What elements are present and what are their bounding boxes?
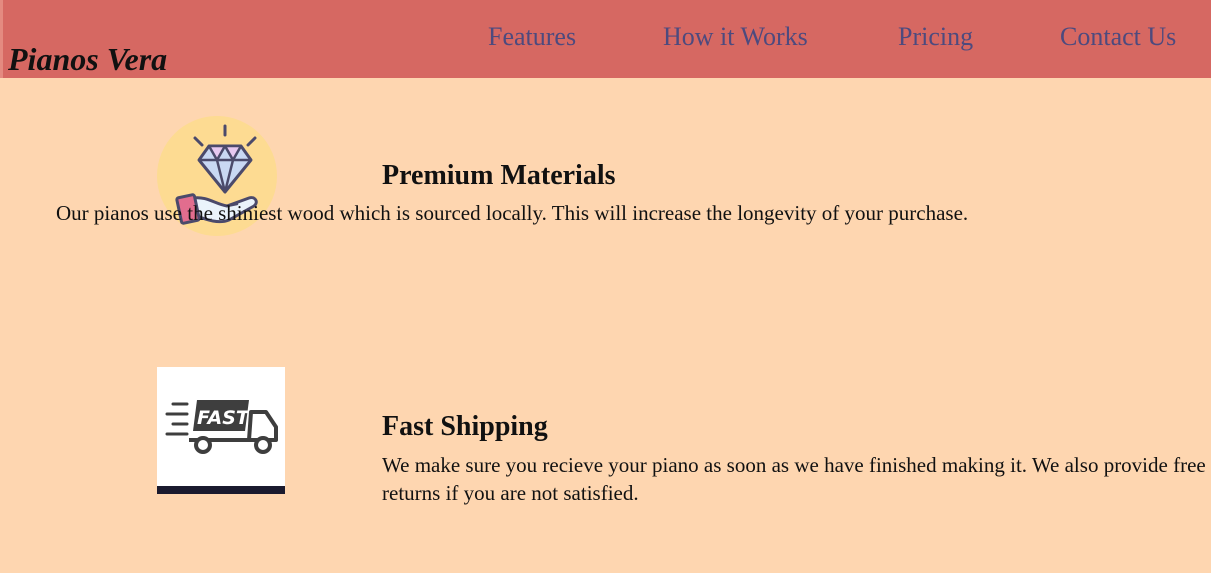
brand-logo[interactable]: Pianos Vera (8, 41, 167, 77)
header: Pianos Vera Features How it Works Pricin… (0, 0, 1211, 78)
nav-link-how-it-works[interactable]: How it Works (663, 19, 808, 55)
feature-title: Premium Materials (382, 160, 616, 191)
feature-description: Our pianos use the shiniest wood which i… (56, 201, 969, 225)
fast-badge: FAST (197, 407, 251, 429)
nav-link-pricing[interactable]: Pricing (898, 19, 973, 55)
nav-link-contact-us[interactable]: Contact Us (1060, 19, 1176, 55)
feature-description: We make sure you recieve your piano as s… (382, 453, 1206, 505)
nav-link-features[interactable]: Features (488, 19, 576, 55)
feature-title: Fast Shipping (382, 411, 548, 442)
header-edge (0, 0, 3, 78)
fast-truck-icon: FAST (157, 367, 285, 494)
